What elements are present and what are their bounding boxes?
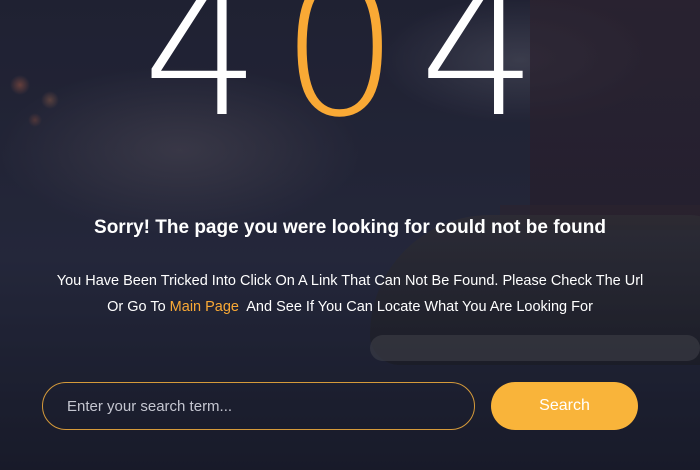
error-code-last-digit: 4 bbox=[419, 0, 558, 158]
search-input[interactable] bbox=[42, 382, 475, 430]
error-page: 404 Sorry! The page you were looking for… bbox=[0, 0, 700, 470]
main-page-link[interactable]: Main Page bbox=[170, 299, 239, 315]
message-text-after-link: And See If You Can Locate What You Are L… bbox=[239, 299, 593, 315]
search-button[interactable]: Search bbox=[491, 382, 638, 430]
error-code: 404 bbox=[0, 0, 700, 150]
error-code-first-digit: 4 bbox=[142, 0, 281, 158]
error-message: You Have Been Tricked Into Click On A Li… bbox=[50, 268, 650, 320]
error-code-middle-digit: 0 bbox=[280, 0, 420, 158]
main-content: 404 Sorry! The page you were looking for… bbox=[0, 0, 700, 470]
error-headline: Sorry! The page you were looking for cou… bbox=[94, 217, 606, 238]
